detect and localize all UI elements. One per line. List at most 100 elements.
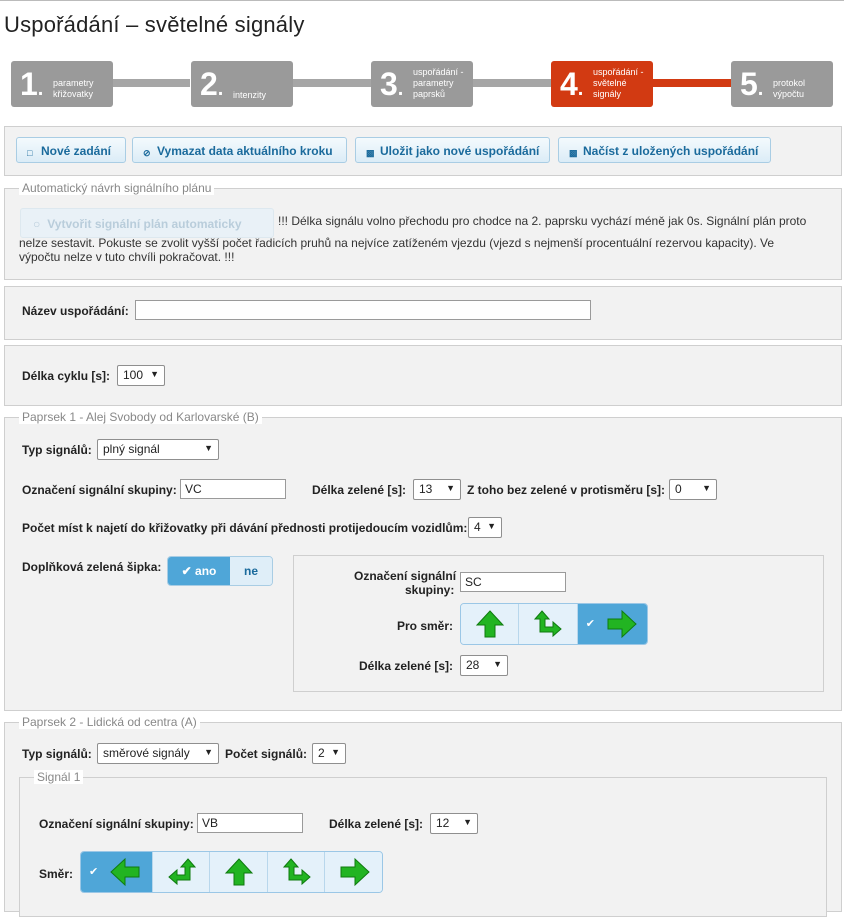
signal-type-select[interactable]: plný signál ▼ [97, 439, 219, 460]
chevron-down-icon: ▼ [702, 483, 711, 493]
direction-picker: ✔ [80, 851, 383, 893]
arrow-straight-right-icon [534, 610, 563, 638]
check-icon: ✔ [89, 866, 99, 878]
chevron-down-icon: ▼ [331, 747, 340, 757]
extra-arrow-toggle: ✔ ano ne [167, 556, 273, 586]
direction-label: Pro směr: [397, 619, 454, 633]
group-label: Označení signální skupiny: [22, 483, 177, 497]
wizard-connector-active [650, 79, 732, 87]
wizard-step-label: uspořádání - parametry paprsků [413, 67, 464, 99]
chevron-down-icon: ▼ [204, 747, 213, 757]
section-legend: Automatický návrh signálního plánu [19, 181, 215, 195]
wizard-step-5[interactable]: 5. protokol výpočtu [731, 61, 833, 107]
wizard-step-2[interactable]: 2. intenzity [191, 61, 293, 107]
wizard-connector [470, 79, 552, 87]
new-task-button[interactable]: □ Nové zadání [16, 137, 126, 163]
file-icon: □ [27, 148, 33, 158]
signal-type-select[interactable]: směrové signály ▼ [97, 743, 219, 764]
toggle-yes-button[interactable]: ✔ ano [168, 557, 230, 585]
section-legend: Paprsek 2 - Lidická od centra (A) [19, 715, 200, 729]
arrow-right-icon [607, 609, 637, 639]
top-border [0, 0, 844, 1]
dir-straight-right-button[interactable] [519, 604, 578, 644]
chevron-down-icon: ▼ [150, 369, 159, 379]
dir-left-button[interactable]: ✔ [81, 852, 154, 892]
green-length-label: Délka zelené [s]: [329, 817, 424, 831]
clear-step-button[interactable]: ⊘ Vymazat data aktuálního kroku [132, 137, 347, 163]
name-section: Název uspořádání: [4, 286, 842, 340]
green-length-select[interactable]: 12 ▼ [430, 813, 478, 834]
chevron-down-icon: ▼ [446, 483, 455, 493]
group-input[interactable] [197, 813, 303, 833]
direction-label: Směr: [39, 867, 74, 881]
group-label: Označení signální skupiny: [39, 817, 194, 831]
no-green-select[interactable]: 0 ▼ [669, 479, 717, 500]
name-label: Název uspořádání: [22, 304, 129, 318]
arrow-left-icon [110, 857, 140, 887]
sub-group-input[interactable] [460, 572, 566, 592]
error-message-line: výpočtu nelze v tuto chvíli pokračovat. … [19, 250, 235, 264]
cycle-section: Délka cyklu [s]: 100 ▼ [4, 345, 842, 406]
save-new-button[interactable]: ▩ Uložit jako nové uspořádání [355, 137, 550, 163]
sub-green-select[interactable]: 28 ▼ [460, 655, 508, 676]
dir-right-button[interactable]: ✔ [577, 604, 647, 644]
sub-group-label-line2: skupiny: [405, 583, 455, 597]
save-icon: ▩ [569, 148, 578, 158]
group-input[interactable] [180, 479, 286, 499]
name-input[interactable] [135, 300, 591, 320]
wizard-step-4[interactable]: 4. uspořádání - světelné signály [551, 61, 653, 107]
wizard-connector [110, 79, 190, 87]
signal-count-label: Počet signálů: [225, 747, 308, 761]
sub-group-label-line1: Označení signální [354, 569, 457, 583]
direction-picker: ✔ [460, 603, 648, 645]
chevron-down-icon: ▼ [204, 443, 213, 453]
signal-type-label: Typ signálů: [22, 443, 92, 457]
arrow-right-icon [340, 857, 370, 887]
page-title: Uspořádání – světelné signály [4, 12, 305, 37]
chevron-down-icon: ▼ [463, 817, 472, 827]
dir-right-button[interactable] [324, 852, 382, 892]
check-icon: ✔ [181, 564, 196, 578]
wizard-connector [290, 79, 372, 87]
wizard-step-label: parametry křižovatky [53, 78, 94, 99]
section-legend: Signál 1 [34, 770, 84, 784]
wizard-step-3[interactable]: 3. uspořádání - parametry paprsků [371, 61, 473, 107]
ban-icon: ⊘ [143, 148, 151, 158]
signal-count-select[interactable]: 2 ▼ [312, 743, 346, 764]
arrow-straight-right-icon [282, 858, 311, 886]
toolbar: □ Nové zadání ⊘ Vymazat data aktuálního kr… [4, 126, 842, 176]
chevron-down-icon: ▼ [493, 659, 502, 669]
arm2-section: Paprsek 2 - Lidická od centra (A) Typ si… [4, 715, 842, 917]
dir-straight-left-button[interactable] [153, 852, 211, 892]
extra-arrow-label: Doplňková zelená šipka: [22, 560, 162, 574]
dir-straight-button[interactable] [461, 604, 520, 644]
signal-type-label: Typ signálů: [22, 747, 92, 761]
save-icon: ▩ [366, 148, 375, 158]
places-label: Počet míst k najetí do křižovatky při dá… [22, 521, 468, 535]
load-saved-button[interactable]: ▩ Načíst z uložených uspořádání [558, 137, 771, 163]
check-icon: ✔ [585, 618, 595, 630]
sub-green-label: Délka zelené [s]: [359, 659, 454, 673]
green-length-select[interactable]: 13 ▼ [413, 479, 461, 500]
wizard-step-label: protokol výpočtu [773, 78, 806, 99]
auto-design-section: Automatický návrh signálního plánu ○ Vytv… [4, 181, 842, 280]
arrow-up-icon [475, 610, 505, 638]
places-select[interactable]: 4 ▼ [468, 517, 502, 538]
section-legend: Paprsek 1 - Alej Svobody od Karlovarské … [19, 410, 262, 424]
green-length-label: Délka zelené [s]: [312, 483, 407, 497]
arrow-signal-box: Označení signální skupiny: Pro směr: ✔ D… [293, 555, 824, 692]
cycle-label: Délka cyklu [s]: [22, 369, 111, 383]
arrow-straight-left-icon [168, 858, 197, 886]
lightbulb-icon: ○ [33, 217, 41, 231]
toggle-no-button[interactable]: ne [230, 557, 272, 585]
cycle-select[interactable]: 100 ▼ [117, 365, 165, 386]
arrow-up-icon [225, 858, 254, 886]
chevron-down-icon: ▼ [487, 521, 496, 531]
error-message-line: !!! Délka signálu volno přechodu pro cho… [278, 214, 807, 228]
wizard-step-label: intenzity [233, 90, 267, 100]
dir-straight-button[interactable] [210, 852, 268, 892]
wizard-step-1[interactable]: 1. parametry křižovatky [11, 61, 113, 107]
dir-straight-right-button[interactable] [267, 852, 325, 892]
no-green-label: Z toho bez zelené v protisměru [s]: [467, 483, 666, 497]
wizard-step-label: uspořádání - světelné signály [593, 67, 644, 99]
